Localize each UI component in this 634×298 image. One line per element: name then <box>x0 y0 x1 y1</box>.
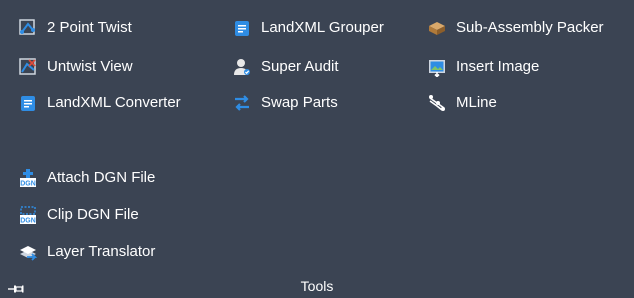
mline-icon <box>427 93 447 113</box>
panel-footer: Tools <box>0 272 634 298</box>
landxml-grouper-label: LandXML Grouper <box>261 19 384 36</box>
two-point-twist-label: 2 Point Twist <box>47 19 132 36</box>
mline-label: MLine <box>456 94 497 111</box>
insert-image-button[interactable]: Insert Image <box>427 55 539 79</box>
layer-translator-icon <box>18 242 38 262</box>
swap-parts-button[interactable]: Swap Parts <box>232 91 338 115</box>
landxml-grouper-button[interactable]: LandXML Grouper <box>232 16 384 40</box>
panel-title[interactable]: Tools <box>0 278 634 294</box>
two-point-twist-button[interactable]: 2 Point Twist <box>18 16 132 40</box>
landxml-grouper-icon <box>232 18 252 38</box>
dgn-icon: DGN <box>18 205 38 225</box>
super-audit-label: Super Audit <box>261 58 339 75</box>
sub-assembly-packer-label: Sub-Assembly Packer <box>456 19 604 36</box>
insert-image-icon <box>427 57 447 77</box>
layer-translator-label: Layer Translator <box>47 243 156 260</box>
mline-button[interactable]: MLine <box>427 91 497 115</box>
landxml-converter-button[interactable]: LandXML Converter <box>18 91 181 115</box>
two-point-twist-icon <box>18 18 38 38</box>
untwist-view-label: Untwist View <box>47 58 133 75</box>
attach-dgn-file-label: Attach DGN File <box>47 169 156 186</box>
landxml-converter-icon <box>18 93 38 113</box>
clip-dgn-file-label: Clip DGN File <box>47 206 139 223</box>
clip-dgn-file-button[interactable]: DGN Clip DGN File <box>18 203 139 227</box>
swap-arrows-icon <box>232 93 252 113</box>
packer-icon <box>427 18 447 38</box>
tools-panel: 2 Point Twist Untwist View LandXML Conve… <box>0 0 634 298</box>
super-audit-button[interactable]: Super Audit <box>232 55 339 79</box>
svg-text:DGN: DGN <box>20 181 36 188</box>
insert-image-label: Insert Image <box>456 58 540 75</box>
sub-assembly-packer-button[interactable]: Sub-Assembly Packer <box>427 16 604 40</box>
attach-dgn-file-button[interactable]: DGN Attach DGN File <box>18 166 155 190</box>
untwist-view-icon <box>18 57 38 77</box>
super-audit-icon <box>232 57 252 77</box>
untwist-view-button[interactable]: Untwist View <box>18 55 133 79</box>
swap-parts-label: Swap Parts <box>261 94 338 111</box>
dgn-icon: DGN <box>18 168 38 188</box>
landxml-converter-label: LandXML Converter <box>47 94 181 111</box>
svg-text:DGN: DGN <box>20 218 36 225</box>
layer-translator-button[interactable]: Layer Translator <box>18 240 155 264</box>
